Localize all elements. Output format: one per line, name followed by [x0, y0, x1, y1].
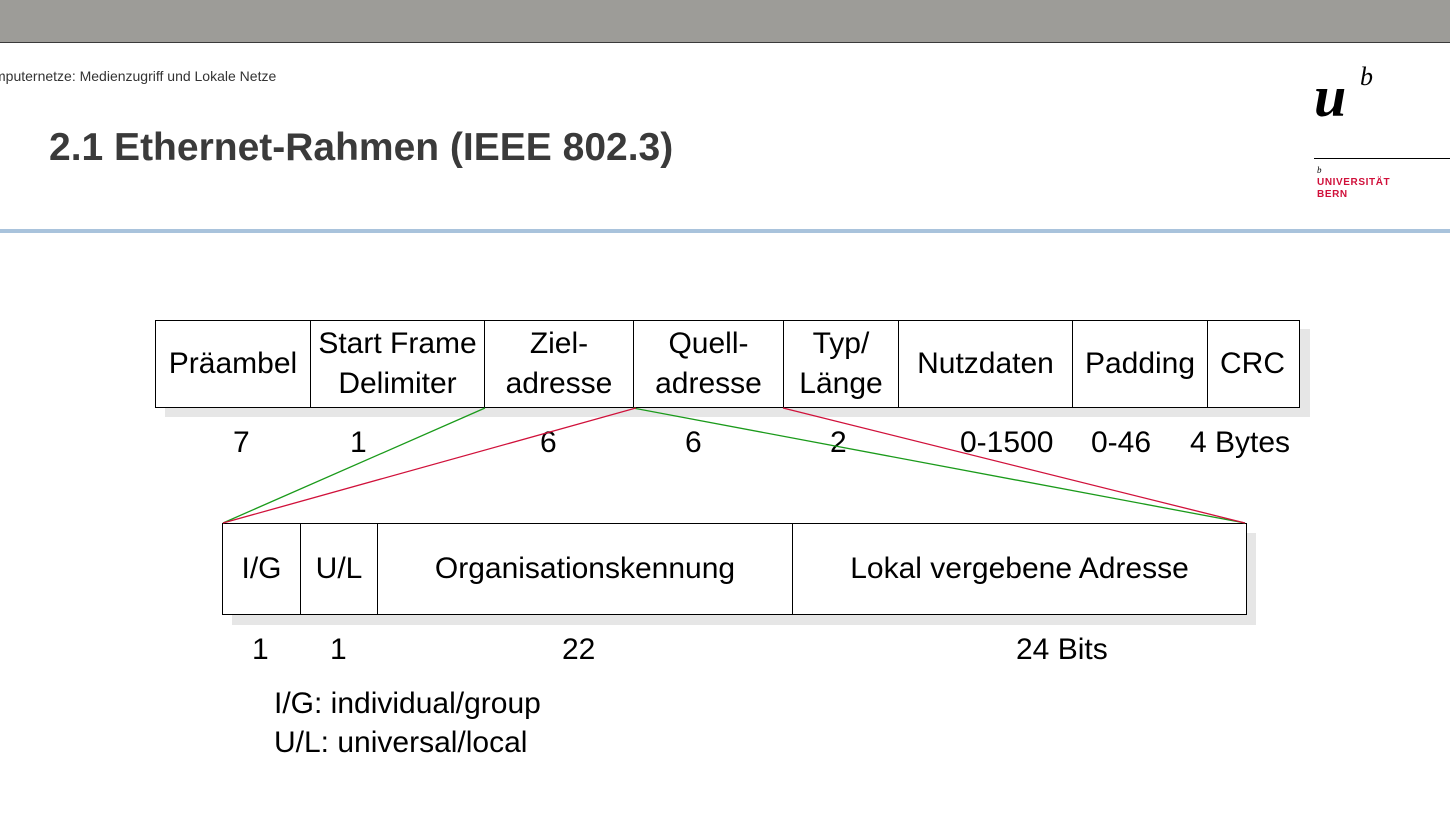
- red-connector-right: [782, 407, 1246, 524]
- legend-ul: U/L: universal/local: [274, 726, 528, 759]
- expansion-lines: [222, 407, 1246, 524]
- legend: I/G: individual/group U/L: universal/loc…: [274, 684, 541, 762]
- legend-ig: I/G: individual/group: [274, 687, 541, 720]
- green-connector-left: [222, 407, 486, 524]
- green-connector-right: [632, 407, 1246, 524]
- red-connector-left: [222, 407, 637, 524]
